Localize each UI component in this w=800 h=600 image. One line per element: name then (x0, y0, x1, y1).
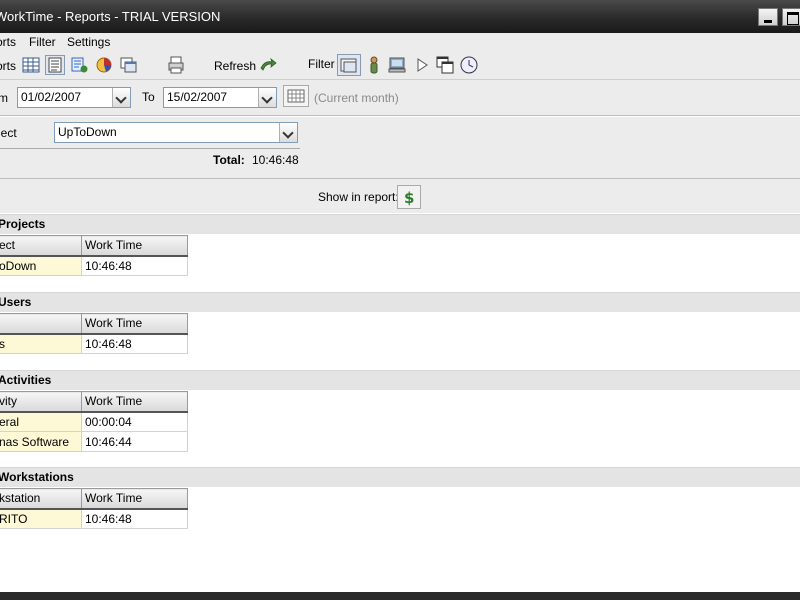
project-label: ject (0, 126, 17, 140)
play-icon[interactable] (413, 55, 433, 75)
total-value: 10:46:48 (252, 153, 299, 167)
title-bar: WorkTime - Reports - TRIAL VERSION (0, 0, 800, 33)
computer-icon[interactable] (387, 55, 407, 75)
menu-bar: orts Filter Settings (0, 33, 800, 52)
to-label: To (142, 90, 155, 104)
chevron-down-icon[interactable] (258, 88, 276, 107)
cell: 10:46:48 (81, 255, 188, 276)
section-title: Users (0, 295, 32, 309)
table-header-row: kstation Work Time (0, 488, 188, 510)
report-icon[interactable] (45, 55, 65, 75)
table-row[interactable]: nas Software 10:46:44 (0, 431, 188, 452)
windows-icon[interactable] (435, 55, 455, 75)
cell: s (0, 333, 82, 354)
period-hint: (Current month) (314, 91, 399, 105)
to-date-value: 15/02/2007 (167, 90, 228, 104)
table-row[interactable]: RITO 10:46:48 (0, 508, 188, 529)
column-header[interactable]: Work Time (81, 391, 188, 413)
column-header[interactable]: vity (0, 391, 82, 413)
cell: oDown (0, 255, 82, 276)
section-users: Users (0, 292, 800, 312)
table-row[interactable]: eral 00:00:04 (0, 411, 188, 432)
table-header-row: vity Work Time (0, 391, 188, 413)
section-title: Activities (0, 373, 52, 387)
column-header[interactable]: Work Time (81, 235, 188, 257)
workstations-table: kstation Work Time RITO 10:46:48 (0, 488, 188, 529)
status-bar (0, 592, 800, 600)
refresh-arrow-icon[interactable] (258, 55, 278, 75)
from-date-value: 01/02/2007 (21, 90, 82, 104)
chevron-down-icon[interactable] (112, 88, 130, 107)
table-header-row: ect Work Time (0, 235, 188, 257)
print-icon[interactable] (166, 55, 186, 75)
calendar-icon[interactable] (283, 85, 309, 107)
svg-text:$: $ (404, 189, 414, 207)
activities-table: vity Work Time eral 00:00:04 nas Softwar… (0, 391, 188, 452)
section-workstations: Workstations (0, 467, 800, 487)
table-row[interactable]: oDown 10:46:48 (0, 255, 188, 276)
window-title: WorkTime - Reports - TRIAL VERSION (0, 9, 221, 24)
toolbar: orts Refresh Filter (0, 52, 800, 80)
grid-icon[interactable] (21, 55, 41, 75)
chart-icon[interactable] (94, 55, 114, 75)
cell: 10:46:44 (81, 431, 188, 452)
cell: nas Software (0, 431, 82, 452)
column-header[interactable]: Work Time (81, 313, 188, 335)
filter-folder-icon[interactable] (337, 54, 361, 76)
menu-reports[interactable]: orts (0, 35, 16, 49)
cell: RITO (0, 508, 82, 529)
clock-icon[interactable] (459, 55, 479, 75)
projects-table: ect Work Time oDown 10:46:48 (0, 235, 188, 276)
user-icon[interactable] (364, 55, 384, 75)
to-date-field[interactable]: 15/02/2007 (163, 87, 277, 108)
chevron-down-icon[interactable] (279, 123, 297, 142)
show-in-report-row: Show in report: $ (0, 179, 800, 213)
cell: eral (0, 411, 82, 432)
column-header[interactable]: kstation (0, 488, 82, 510)
table-row[interactable]: s 10:46:48 (0, 333, 188, 354)
project-select[interactable]: UpToDown (54, 122, 298, 143)
dollar-icon[interactable]: $ (397, 185, 421, 209)
from-date-field[interactable]: 01/02/2007 (17, 87, 131, 108)
cell: 10:46:48 (81, 333, 188, 354)
section-projects: Projects (0, 214, 800, 234)
menu-filter[interactable]: Filter (29, 35, 56, 49)
export-icon[interactable] (69, 55, 89, 75)
column-header[interactable]: ect (0, 235, 82, 257)
reports-label: orts (0, 59, 17, 73)
date-range-row: m 01/02/2007 To 15/02/2007 (Current mont… (0, 80, 800, 116)
maximize-button[interactable] (782, 8, 800, 26)
section-title: Workstations (0, 470, 74, 484)
filter-label: Filter (308, 57, 335, 71)
from-label: m (0, 91, 8, 105)
column-header[interactable] (0, 313, 82, 335)
minimize-button[interactable] (758, 8, 778, 26)
project-value: UpToDown (58, 125, 117, 139)
section-activities: Activities (0, 370, 800, 390)
column-header[interactable]: Work Time (81, 488, 188, 510)
total-label: Total: (213, 153, 245, 167)
users-table: Work Time s 10:46:48 (0, 313, 188, 354)
table-header-row: Work Time (0, 313, 188, 335)
refresh-button[interactable]: Refresh (214, 59, 256, 73)
menu-settings[interactable]: Settings (67, 35, 110, 49)
window-icon[interactable] (118, 55, 138, 75)
divider (0, 148, 300, 149)
cell: 00:00:04 (81, 411, 188, 432)
project-filter-row: ject UpToDown Total: 10:46:48 (0, 117, 800, 179)
cell: 10:46:48 (81, 508, 188, 529)
section-title: Projects (0, 217, 46, 231)
show-in-report-label: Show in report: (318, 190, 399, 204)
